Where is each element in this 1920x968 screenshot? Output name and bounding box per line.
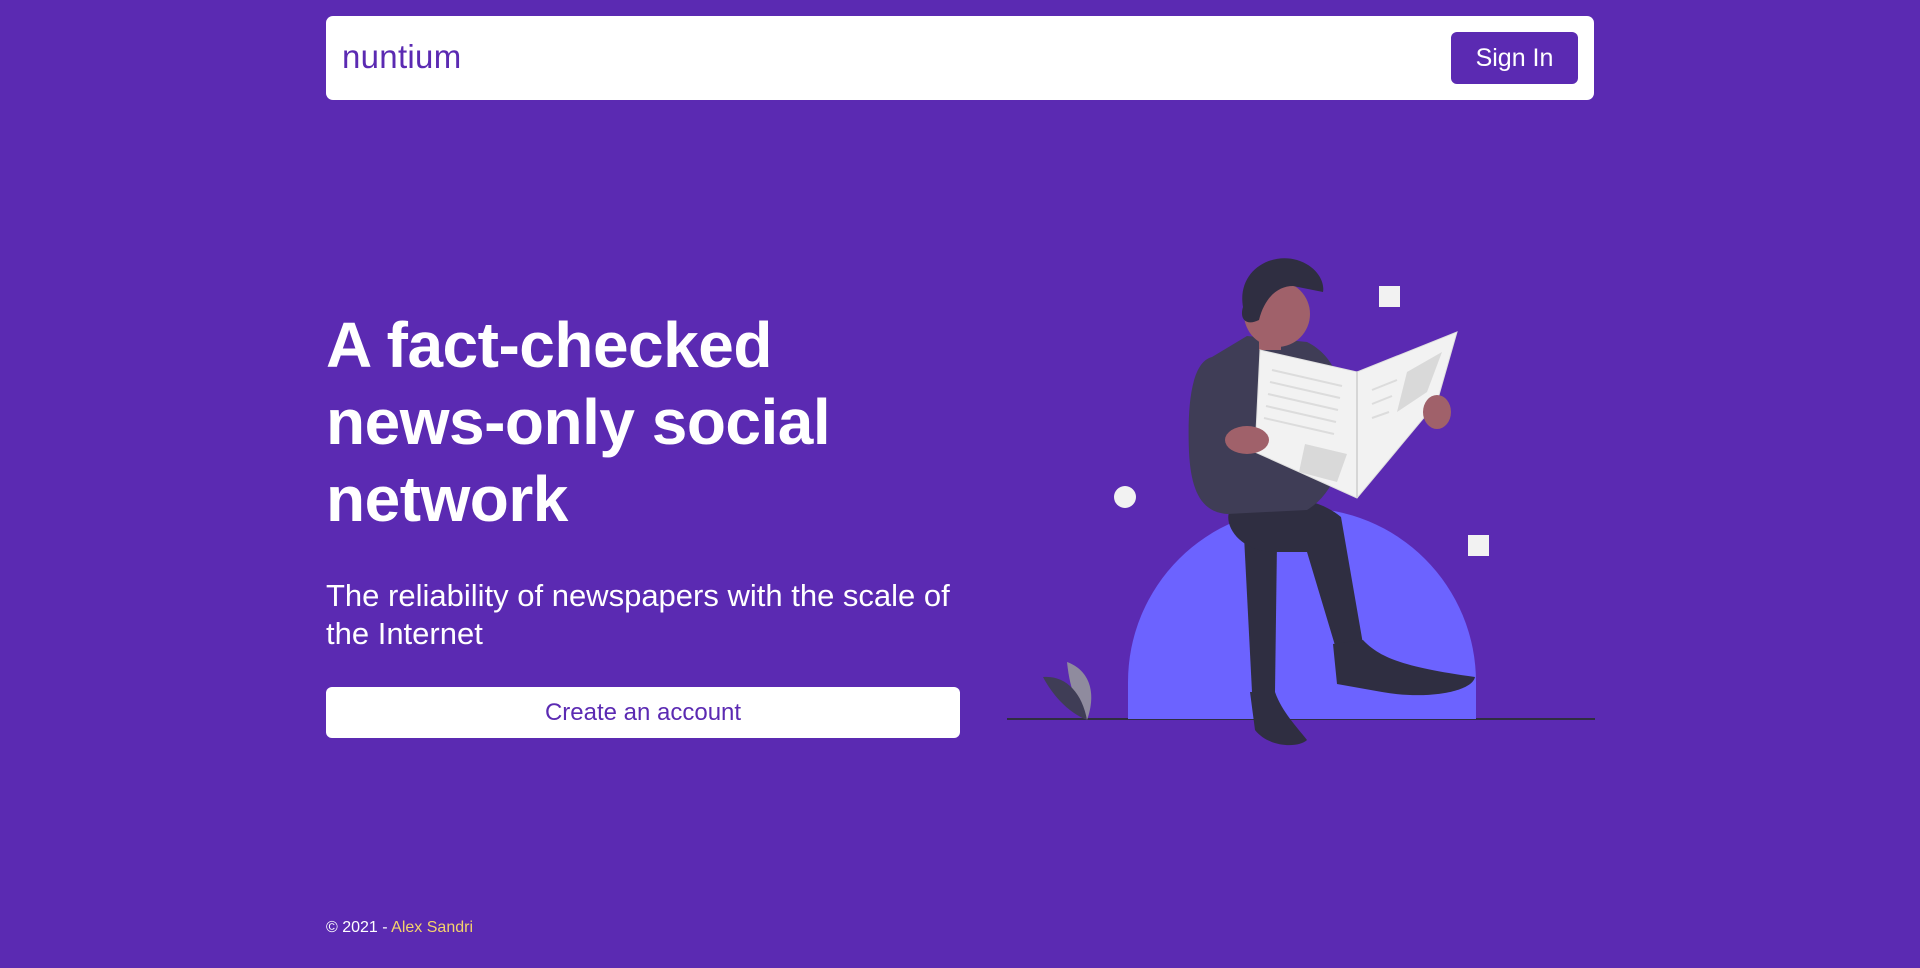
create-account-button[interactable]: Create an account	[326, 687, 960, 738]
footer: © 2021 - Alex Sandri	[326, 917, 473, 939]
decor-circle	[1114, 486, 1136, 508]
man-reading-newspaper-illustration	[1007, 258, 1595, 746]
navbar: nuntium Sign In	[326, 16, 1594, 100]
hero-title: A fact-checked news-only social network	[326, 309, 831, 535]
brand-logo[interactable]: nuntium	[342, 36, 462, 78]
hand-shape	[1423, 395, 1451, 429]
hand-shape	[1225, 426, 1269, 454]
decor-square	[1379, 286, 1400, 307]
copyright-text: © 2021 -	[326, 919, 392, 936]
author-link[interactable]: Alex Sandri	[391, 919, 473, 936]
hero-subtitle: The reliability of newspapers with the s…	[326, 578, 950, 651]
decor-square	[1468, 535, 1489, 556]
sign-in-button[interactable]: Sign In	[1451, 32, 1578, 84]
